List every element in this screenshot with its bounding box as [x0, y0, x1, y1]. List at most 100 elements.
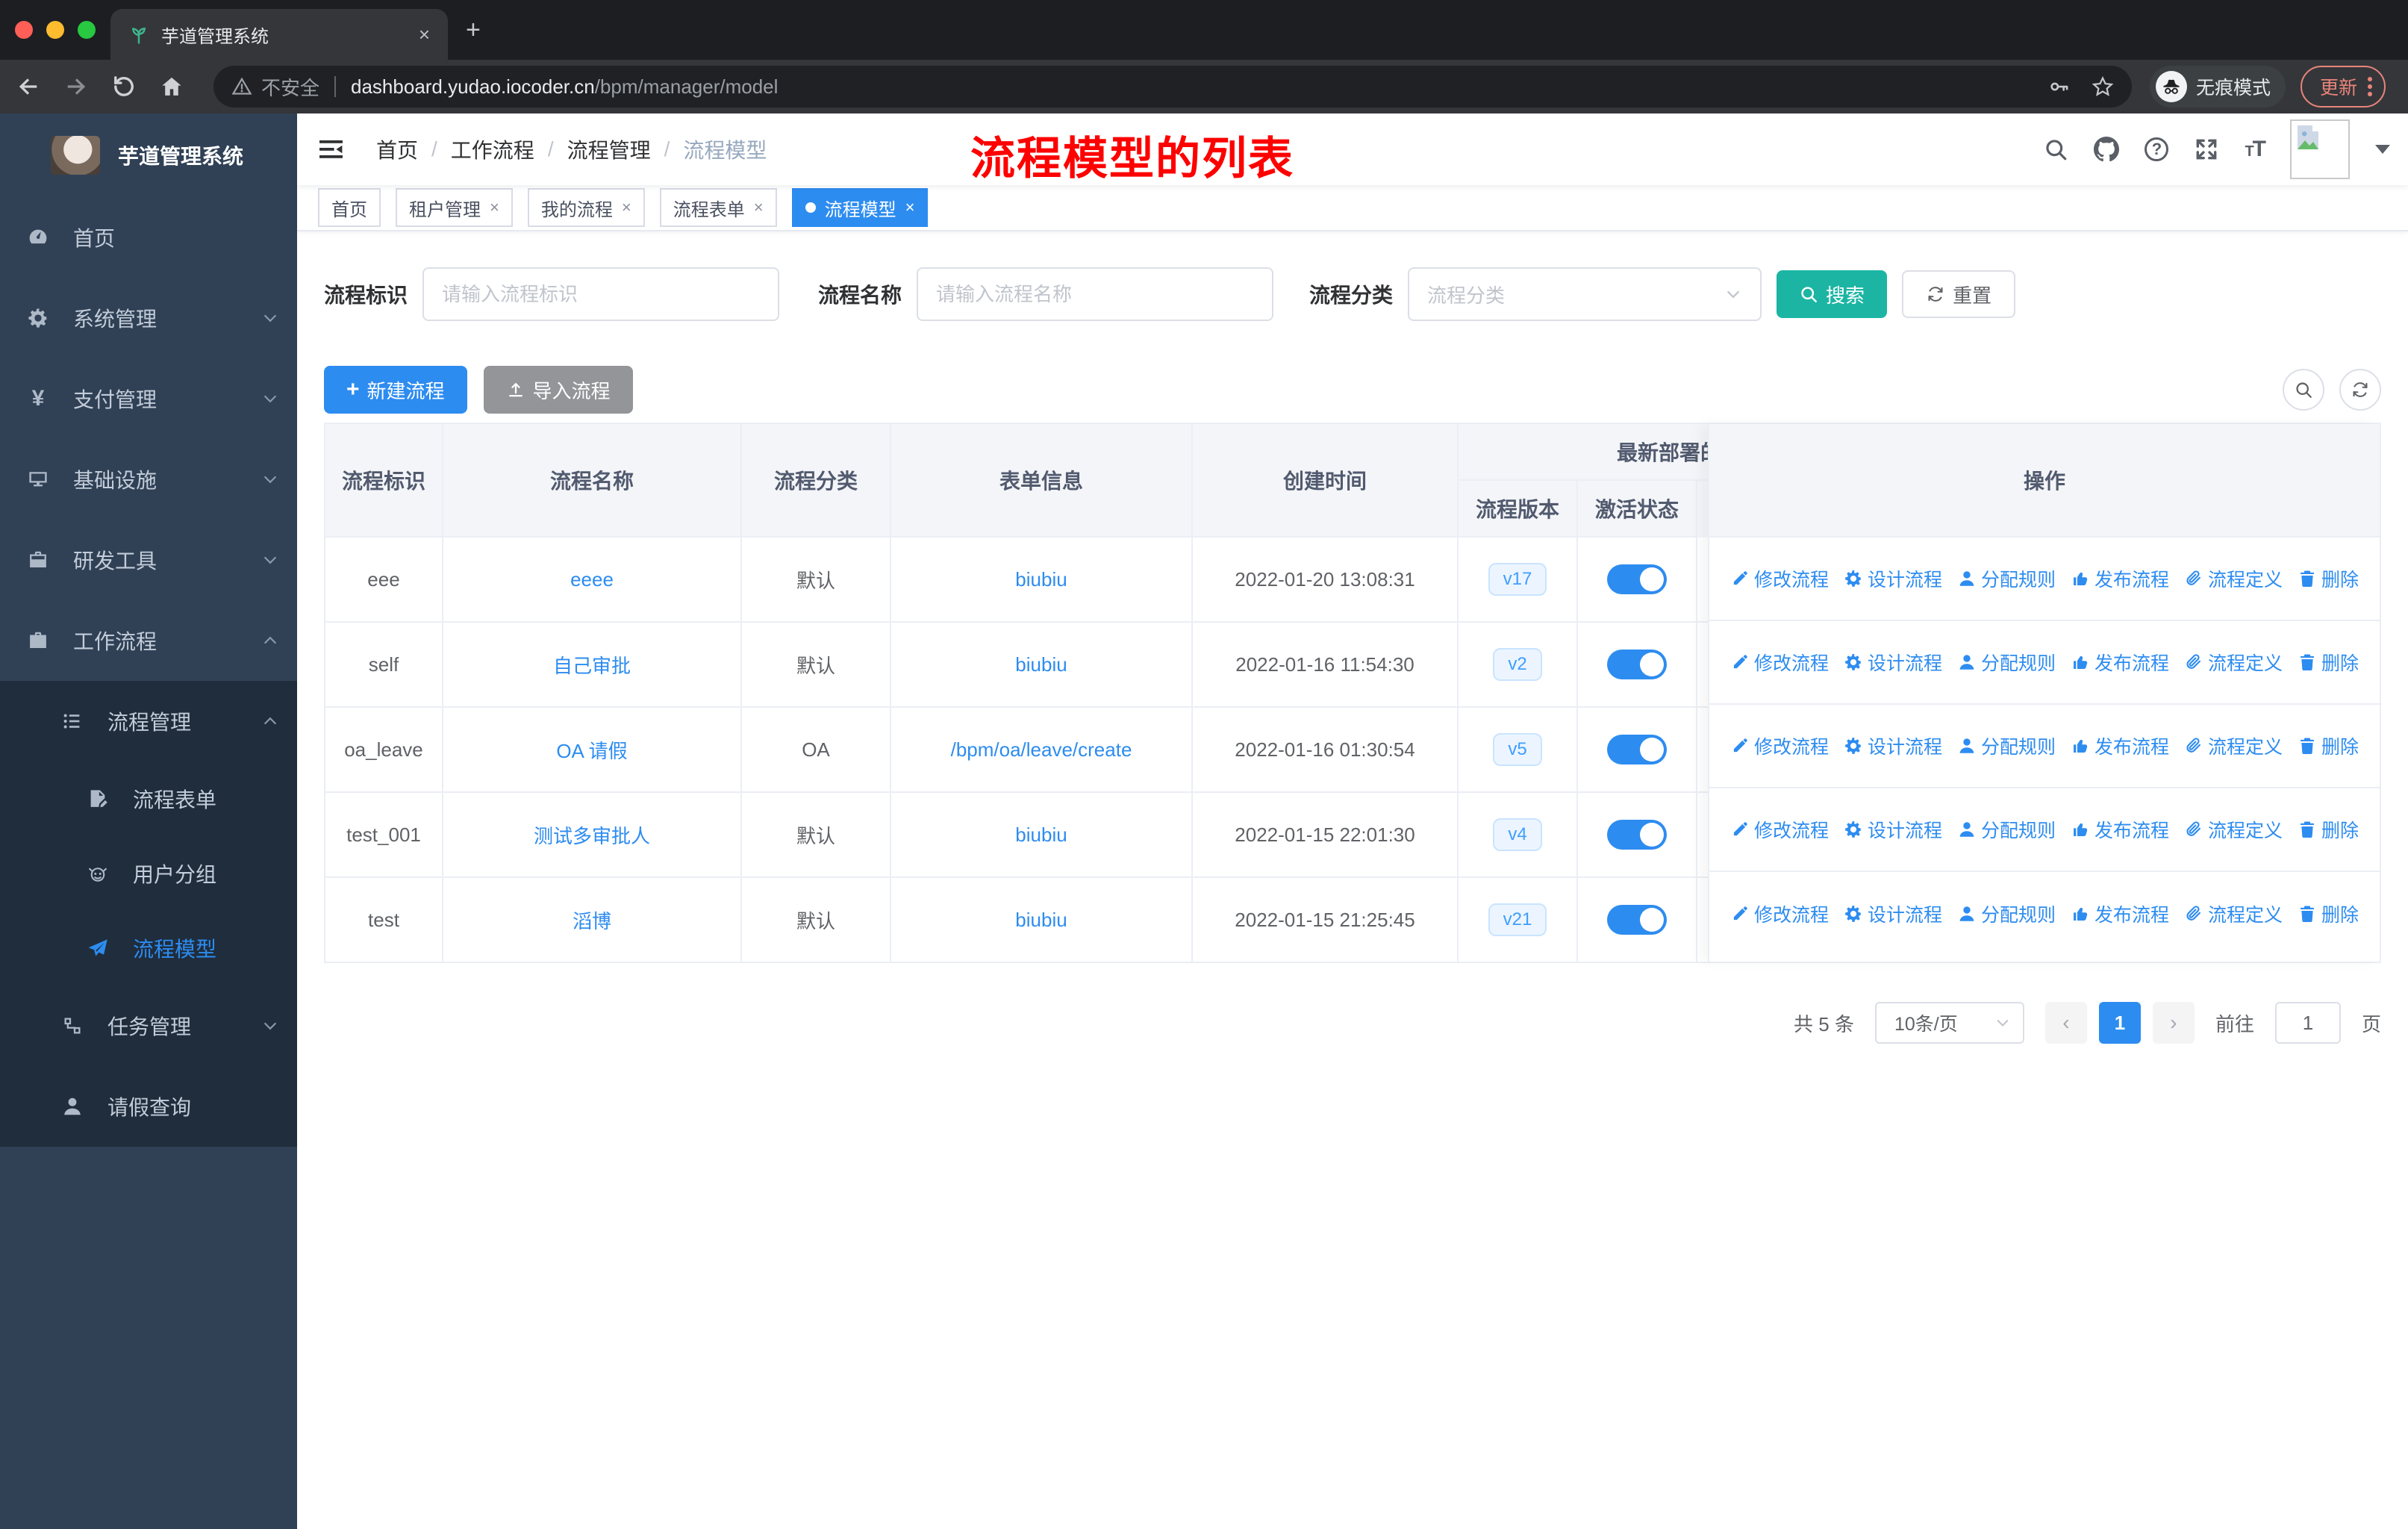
action-assign-user[interactable]: 分配规则: [1957, 900, 2056, 927]
action-design-gear[interactable]: 设计流程: [1844, 732, 1942, 759]
process-category-select[interactable]: 流程分类: [1408, 267, 1762, 321]
action-delete-trash[interactable]: 删除: [2298, 816, 2359, 843]
reset-button[interactable]: 重置: [1902, 270, 2016, 318]
tab-close-icon[interactable]: ×: [413, 23, 436, 46]
active-toggle[interactable]: [1607, 820, 1667, 850]
action-publish-thumb[interactable]: 发布流程: [2071, 649, 2169, 676]
help-icon[interactable]: ?: [2145, 137, 2169, 161]
close-icon[interactable]: ×: [905, 198, 915, 217]
action-assign-user[interactable]: 分配规则: [1957, 732, 2056, 759]
action-publish-thumb[interactable]: 发布流程: [2071, 732, 2169, 759]
back-icon[interactable]: [15, 73, 42, 100]
fullscreen-icon[interactable]: [2194, 137, 2219, 162]
action-edit[interactable]: 修改流程: [1730, 732, 1829, 759]
active-toggle[interactable]: [1607, 735, 1667, 764]
action-delete-trash[interactable]: 删除: [2298, 565, 2359, 592]
process-name-link[interactable]: OA 请假: [556, 736, 627, 764]
form-info-link[interactable]: biubiu: [1015, 568, 1067, 591]
breadcrumb-process-management[interactable]: 流程管理: [567, 134, 651, 164]
page-size-select[interactable]: 10条/页: [1874, 1002, 2024, 1044]
action-publish-thumb[interactable]: 发布流程: [2071, 816, 2169, 843]
process-name-link[interactable]: eeee: [570, 568, 614, 591]
tag-home[interactable]: 首页: [318, 188, 381, 227]
action-definition-paperclip[interactable]: 流程定义: [2184, 649, 2283, 676]
process-name-link[interactable]: 测试多审批人: [534, 821, 650, 849]
action-publish-thumb[interactable]: 发布流程: [2071, 565, 2169, 592]
active-toggle[interactable]: [1607, 905, 1667, 935]
new-tab-button[interactable]: +: [466, 16, 481, 43]
sidebar-item-home[interactable]: 首页: [0, 197, 297, 278]
action-design-gear[interactable]: 设计流程: [1844, 649, 1942, 676]
url-text[interactable]: dashboard.yudao.iocoder.cn/bpm/manager/m…: [351, 75, 2027, 99]
action-assign-user[interactable]: 分配规则: [1957, 565, 2056, 592]
tag-process-form[interactable]: 流程表单 ×: [659, 188, 777, 227]
action-edit[interactable]: 修改流程: [1730, 649, 1829, 676]
close-window-button[interactable]: [15, 21, 33, 39]
action-definition-paperclip[interactable]: 流程定义: [2184, 816, 2283, 843]
bookmark-star-icon[interactable]: [2092, 75, 2114, 98]
forward-icon[interactable]: [63, 73, 90, 100]
avatar-caret-icon[interactable]: [2375, 145, 2390, 154]
tag-my-process[interactable]: 我的流程 ×: [527, 188, 645, 227]
action-design-gear[interactable]: 设计流程: [1844, 565, 1942, 592]
minimize-window-button[interactable]: [46, 21, 64, 39]
form-info-link[interactable]: biubiu: [1015, 823, 1067, 847]
sidebar-item-process-model[interactable]: 流程模型: [0, 911, 297, 985]
form-info-link[interactable]: /bpm/oa/leave/create: [951, 738, 1132, 762]
tag-process-model[interactable]: 流程模型 ×: [791, 188, 929, 227]
form-info-link[interactable]: biubiu: [1015, 909, 1067, 932]
goto-page-input[interactable]: [2274, 1002, 2341, 1044]
page-1-button[interactable]: 1: [2098, 1002, 2141, 1044]
import-process-button[interactable]: 导入流程: [483, 366, 633, 414]
search-button[interactable]: 搜索: [1777, 270, 1888, 318]
next-page-button[interactable]: ›: [2152, 1002, 2195, 1044]
key-icon[interactable]: [2048, 75, 2071, 98]
action-assign-user[interactable]: 分配规则: [1957, 649, 2056, 676]
sidebar-item-user-group[interactable]: 用户分组: [0, 836, 297, 911]
action-design-gear[interactable]: 设计流程: [1844, 900, 1942, 927]
update-browser-button[interactable]: 更新: [2301, 66, 2386, 108]
prev-page-button[interactable]: ‹: [2044, 1002, 2087, 1044]
github-icon[interactable]: [2094, 137, 2120, 162]
action-edit[interactable]: 修改流程: [1730, 565, 1829, 592]
sidebar-item-infrastructure[interactable]: 基础设施: [0, 439, 297, 520]
user-avatar[interactable]: [2290, 119, 2350, 179]
home-icon[interactable]: [158, 73, 185, 100]
action-delete-trash[interactable]: 删除: [2298, 649, 2359, 676]
sidebar-item-process-management[interactable]: 流程管理: [0, 681, 297, 762]
close-icon[interactable]: ×: [622, 198, 631, 217]
action-definition-paperclip[interactable]: 流程定义: [2184, 900, 2283, 927]
zoom-window-button[interactable]: [78, 21, 96, 39]
sidebar-item-process-form[interactable]: 流程表单: [0, 762, 297, 836]
breadcrumb-workflow[interactable]: 工作流程: [451, 134, 534, 164]
process-id-input[interactable]: [422, 267, 780, 321]
breadcrumb-home[interactable]: 首页: [376, 134, 418, 164]
font-size-icon[interactable]: TT: [2245, 137, 2266, 162]
action-edit[interactable]: 修改流程: [1730, 816, 1829, 843]
tag-tenant[interactable]: 租户管理 ×: [396, 188, 513, 227]
sidebar-item-workflow[interactable]: 工作流程: [0, 600, 297, 681]
show-search-button[interactable]: [2283, 369, 2324, 411]
action-definition-paperclip[interactable]: 流程定义: [2184, 732, 2283, 759]
active-toggle[interactable]: [1607, 564, 1667, 594]
close-icon[interactable]: ×: [490, 198, 499, 217]
refresh-table-button[interactable]: [2339, 369, 2381, 411]
sidebar-item-payment[interactable]: ¥ 支付管理: [0, 358, 297, 439]
sidebar-item-task-management[interactable]: 任务管理: [0, 985, 297, 1066]
window-controls[interactable]: [15, 21, 96, 39]
action-definition-paperclip[interactable]: 流程定义: [2184, 565, 2283, 592]
not-secure-warning-icon[interactable]: [231, 76, 252, 97]
action-publish-thumb[interactable]: 发布流程: [2071, 900, 2169, 927]
incognito-badge[interactable]: 无痕模式: [2150, 66, 2286, 108]
action-delete-trash[interactable]: 删除: [2298, 900, 2359, 927]
sidebar-item-leave-query[interactable]: 请假查询: [0, 1066, 297, 1147]
browser-tab[interactable]: 芋道管理系统 ×: [110, 9, 448, 60]
reload-icon[interactable]: [110, 73, 137, 100]
sidebar-item-dev-tools[interactable]: 研发工具: [0, 520, 297, 600]
create-process-button[interactable]: + 新建流程: [324, 366, 467, 414]
action-design-gear[interactable]: 设计流程: [1844, 816, 1942, 843]
action-delete-trash[interactable]: 删除: [2298, 732, 2359, 759]
action-assign-user[interactable]: 分配规则: [1957, 816, 2056, 843]
process-name-input[interactable]: [917, 267, 1274, 321]
process-name-link[interactable]: 滔博: [573, 906, 611, 934]
